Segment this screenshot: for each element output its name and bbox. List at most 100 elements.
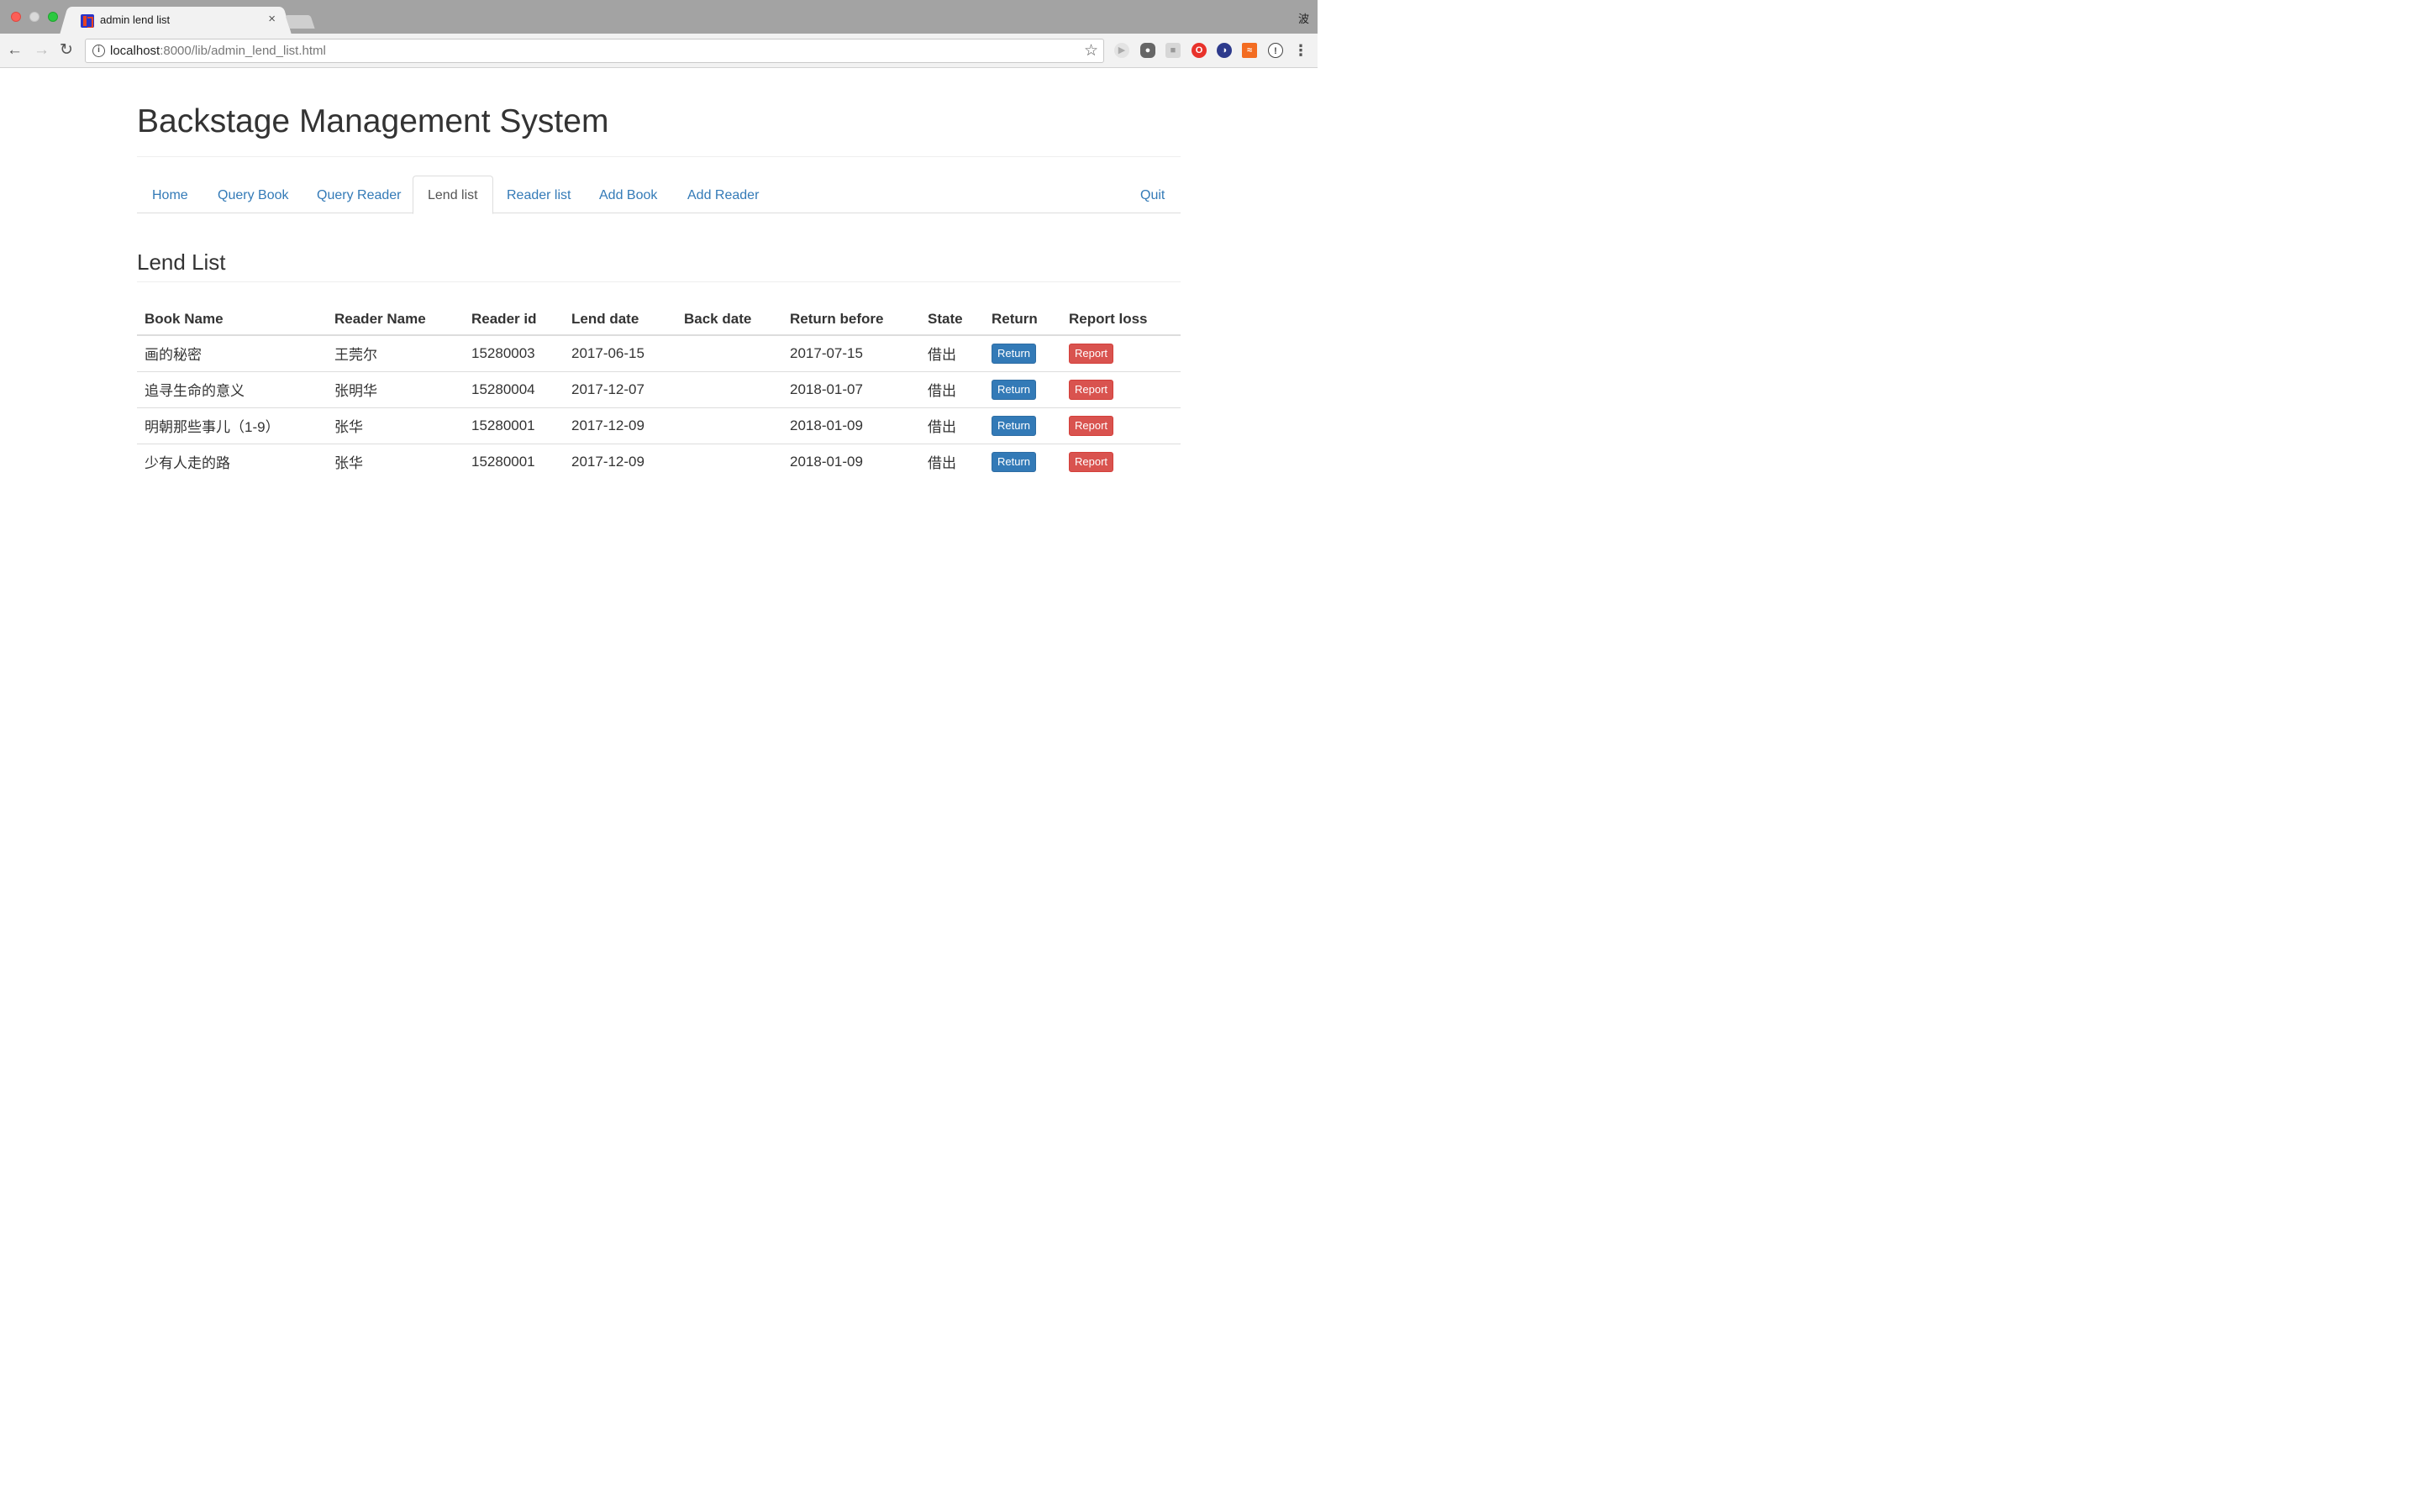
col-header-lend-date: Lend date: [564, 299, 676, 336]
cell-return-before: 2018-01-07: [782, 371, 920, 408]
back-arrow-icon[interactable]: ←: [7, 41, 23, 60]
table-row: 画的秘密 王莞尔 15280003 2017-06-15 2017-07-15 …: [137, 335, 1181, 372]
url-text[interactable]: localhost:8000/lib/admin_lend_list.html: [110, 44, 326, 58]
report-button[interactable]: Report: [1069, 379, 1114, 400]
cell-back-date: [676, 371, 782, 408]
cell-return: Return: [984, 407, 1061, 444]
minimize-window-button[interactable]: [29, 12, 39, 22]
extension-info-icon[interactable]: !: [1268, 43, 1283, 58]
cell-reader-id: 15280001: [464, 407, 564, 444]
cell-report: Report: [1061, 407, 1181, 444]
section-title: Lend List: [137, 249, 226, 275]
table-row: 少有人走的路 张华 15280001 2017-12-09 2018-01-09…: [137, 444, 1181, 480]
cell-report: Report: [1061, 444, 1181, 480]
cell-reader-id: 15280001: [471, 453, 535, 470]
tab-query-book[interactable]: Query Book: [203, 176, 303, 213]
col-header-reader-name: Reader Name: [327, 299, 464, 336]
col-header-return: Return: [984, 299, 1061, 336]
cell-lend-date: 2017-12-09: [571, 453, 644, 470]
cell-report: Report: [1061, 371, 1181, 408]
tab-quit[interactable]: Quit: [1125, 176, 1180, 213]
page-title: Backstage Management System: [137, 103, 609, 139]
cell-return: Return: [984, 444, 1061, 480]
cell-reader-name: 张华: [327, 407, 464, 444]
section-header: Lend List: [137, 249, 1181, 282]
col-header-report-loss: Report loss: [1061, 299, 1181, 336]
cell-book-name: 画的秘密: [137, 335, 327, 372]
browser-toolbar: ← → ↻ i localhost:8000/lib/admin_lend_li…: [0, 34, 1318, 68]
col-header-back-date: Back date: [676, 299, 782, 336]
cell-reader-name: 张明华: [327, 371, 464, 408]
cell-reader-name: 张华: [334, 455, 363, 472]
bookmark-star-icon[interactable]: ☆: [1084, 41, 1098, 60]
cell-return: Return: [984, 371, 1061, 408]
cell-back-date: [676, 407, 782, 444]
cell-return-before: 2017-07-15: [782, 335, 920, 372]
col-header-return-before: Return before: [782, 299, 920, 336]
extension-evernote-icon[interactable]: ●: [1140, 43, 1155, 58]
close-window-button[interactable]: [11, 12, 21, 22]
tab-home[interactable]: Home: [137, 176, 203, 213]
tab-lend-list[interactable]: Lend list: [413, 176, 493, 214]
cell-reader-name: 王莞尔: [327, 335, 464, 372]
url-path: :8000/lib/admin_lend_list.html: [160, 44, 326, 58]
tab-add-book[interactable]: Add Book: [584, 176, 672, 213]
cell-book-name: 追寻生命的意义: [137, 371, 327, 408]
cell-lend-date: 2017-12-09: [564, 407, 676, 444]
col-header-reader-id: Reader id: [464, 299, 564, 336]
menu-more-icon[interactable]: ⋮: [1293, 43, 1308, 58]
tab-close-icon[interactable]: ×: [268, 12, 276, 26]
cell-book-name: 少有人走的路: [145, 455, 230, 472]
cell-report: Report: [1061, 335, 1181, 372]
favicon-icon: [81, 14, 94, 28]
info-icon[interactable]: i: [92, 45, 105, 57]
cell-state: 借出: [920, 335, 984, 372]
maximize-window-button[interactable]: [48, 12, 58, 22]
cell-back-date: [676, 335, 782, 372]
extension-translate-icon[interactable]: ≈: [1242, 43, 1257, 58]
page-container: Backstage Management System Home Query B…: [137, 68, 1181, 480]
reload-icon[interactable]: ↻: [60, 41, 73, 60]
cell-return-before: 2018-01-09: [782, 407, 920, 444]
cell-state: 借出: [920, 407, 984, 444]
tab-title: admin lend list: [100, 13, 171, 26]
cell-return: Return: [984, 335, 1061, 372]
cell-lend-date: 2017-06-15: [564, 335, 676, 372]
cell-state: 借出: [920, 371, 984, 408]
cell-reader-id: 15280003: [464, 335, 564, 372]
tab-add-reader[interactable]: Add Reader: [672, 176, 774, 213]
page-header: Backstage Management System: [137, 103, 1181, 157]
return-button[interactable]: Return: [992, 451, 1037, 472]
tab-query-reader[interactable]: Query Reader: [302, 176, 417, 213]
col-header-state: State: [920, 299, 984, 336]
report-button[interactable]: Report: [1069, 415, 1114, 436]
address-bar[interactable]: i localhost:8000/lib/admin_lend_list.htm…: [85, 39, 1104, 63]
main-nav-tabs: Home Query Book Query Reader Lend list R…: [137, 176, 1181, 214]
browser-tab-active[interactable]: admin lend list ×: [69, 7, 282, 34]
forward-arrow-icon[interactable]: →: [34, 41, 50, 60]
table-row: 追寻生命的意义 张明华 15280004 2017-12-07 2018-01-…: [137, 371, 1181, 408]
col-header-book-name: Book Name: [137, 299, 327, 336]
browser-tabstrip: admin lend list × 波: [0, 0, 1318, 34]
input-method-indicator[interactable]: 波: [1298, 10, 1309, 26]
lend-table: Book Name Reader Name Reader id Lend dat…: [137, 299, 1181, 480]
extension-play-icon[interactable]: ▶: [1114, 43, 1129, 58]
cell-state: 借出: [928, 455, 956, 472]
report-button[interactable]: Report: [1069, 343, 1114, 364]
cell-reader-id: 15280004: [464, 371, 564, 408]
cell-lend-date: 2017-12-07: [564, 371, 676, 408]
cell-book-name: 明朝那些事儿（1-9）: [137, 407, 327, 444]
return-button[interactable]: Return: [992, 343, 1037, 364]
extension-opera-icon[interactable]: O: [1192, 43, 1207, 58]
new-tab-button[interactable]: [285, 15, 315, 29]
cell-return-before: 2018-01-09: [790, 453, 863, 470]
table-row: 明朝那些事儿（1-9） 张华 15280001 2017-12-09 2018-…: [137, 407, 1181, 444]
return-button[interactable]: Return: [992, 379, 1037, 400]
table-header-row: Book Name Reader Name Reader id Lend dat…: [137, 299, 1181, 336]
cell-back-date: [676, 444, 782, 480]
extension-moon-icon[interactable]: ◑: [1217, 43, 1232, 58]
return-button[interactable]: Return: [992, 415, 1037, 436]
extension-puzzle-icon[interactable]: ■: [1165, 43, 1181, 58]
tab-reader-list[interactable]: Reader list: [492, 176, 586, 213]
report-button[interactable]: Report: [1069, 451, 1114, 472]
